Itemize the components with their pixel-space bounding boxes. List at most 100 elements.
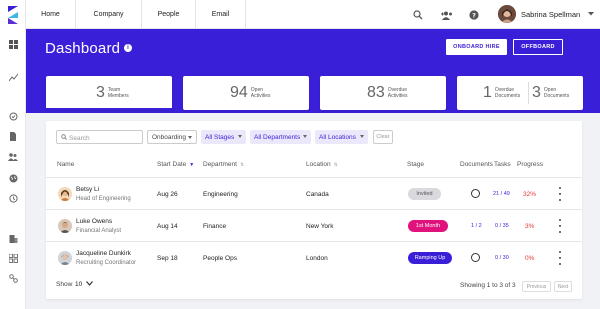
overdue-activities-label: Overdue Activities — [387, 87, 408, 99]
show-label: Show — [56, 281, 73, 288]
avatar — [58, 251, 72, 265]
start-date: Sep 18 — [157, 255, 178, 262]
header-start-date-label: Start Date — [157, 161, 187, 168]
overdue-activities-card[interactable]: 83 Overdue Activities — [320, 76, 446, 110]
header-department[interactable]: Department ⇅ — [203, 161, 244, 168]
chevron-down-icon[interactable] — [86, 281, 93, 288]
task-count[interactable]: 0 / 35 — [495, 223, 509, 229]
department: Finance — [203, 223, 227, 230]
open-activities-card[interactable]: 94 Open Activities — [183, 76, 309, 110]
start-date: Aug 26 — [157, 191, 178, 198]
tab-people[interactable]: People — [142, 0, 196, 29]
search-input[interactable]: Search — [56, 130, 143, 144]
tasks-icon[interactable] — [7, 110, 19, 122]
company-icon[interactable] — [7, 232, 19, 244]
header-name[interactable]: Name — [57, 161, 74, 168]
history-icon[interactable] — [7, 192, 19, 204]
tab-home[interactable]: Home — [26, 0, 76, 29]
chevron-down-icon — [360, 135, 364, 138]
header-location-label: Location — [306, 161, 331, 168]
location: New York — [306, 223, 334, 230]
header-tasks[interactable]: Tasks — [494, 161, 511, 168]
header-start-date[interactable]: Start Date ▼ — [157, 161, 194, 168]
document-status-icon[interactable] — [471, 253, 480, 262]
more-options-icon[interactable] — [558, 251, 562, 265]
sort-icon: ⇅ — [333, 162, 338, 168]
stage-badge: Invited — [408, 188, 441, 200]
overdue-documents-count: 1 — [483, 84, 492, 101]
offboard-button[interactable]: OFFBOARD — [513, 39, 563, 55]
employee-title: Head of Engineering — [76, 196, 131, 202]
analytics-icon[interactable] — [7, 71, 19, 83]
locations-filter-value: All Locations — [319, 133, 356, 141]
more-options-icon[interactable] — [558, 219, 562, 233]
overdue-activities-count: 83 — [367, 84, 385, 101]
tab-email[interactable]: Email — [196, 0, 246, 29]
team-table-panel: Search Onboarding All Stages All Departm… — [46, 121, 582, 299]
tab-company[interactable]: Company — [76, 0, 142, 29]
grid-icon[interactable] — [7, 252, 19, 264]
svg-text:?: ? — [472, 11, 476, 19]
help-icon[interactable]: ? — [468, 9, 480, 21]
header-stage[interactable]: Stage — [407, 161, 424, 168]
previous-page-button[interactable]: Previous — [522, 281, 551, 292]
stage-badge: 1st Month — [408, 220, 448, 232]
search-icon[interactable] — [412, 9, 424, 21]
user-avatar[interactable] — [498, 5, 516, 23]
top-nav: Home Company People Email ? Sabrina Spel… — [26, 0, 600, 29]
pagination-info: Showing 1 to 3 of 3 — [460, 282, 516, 289]
stages-filter-value: All Stages — [205, 133, 235, 141]
chevron-down-icon[interactable] — [588, 11, 594, 18]
page-title: Dashboard — [45, 40, 121, 57]
header-progress[interactable]: Progress — [517, 161, 543, 168]
stages-filter[interactable]: All Stages — [201, 130, 246, 144]
globe-icon[interactable] — [7, 172, 19, 184]
table-row[interactable]: Betsy Li Head of Engineering Aug 26 Engi… — [46, 177, 582, 209]
location: Canada — [306, 191, 329, 198]
open-documents-label: Open Documents — [543, 87, 570, 99]
task-count[interactable]: 0 / 30 — [495, 255, 509, 261]
departments-filter-value: All Departments — [254, 133, 301, 141]
onboard-hire-button[interactable]: ONBOARD HIRE — [446, 39, 507, 55]
departments-filter[interactable]: All Departments — [250, 130, 311, 144]
avatar — [58, 187, 72, 201]
employee-name[interactable]: Jacqueline Dunkirk — [76, 250, 131, 257]
add-user-icon[interactable] — [439, 9, 453, 21]
next-page-button[interactable]: Next — [554, 281, 572, 292]
user-name[interactable]: Sabrina Spellman — [521, 10, 580, 19]
department: Engineering — [203, 191, 238, 198]
app-logo[interactable] — [4, 4, 22, 26]
stage-badge: Ramping Up — [408, 252, 452, 264]
documents-icon[interactable] — [7, 130, 19, 142]
chevron-down-icon — [303, 135, 307, 138]
open-activities-count: 94 — [230, 84, 248, 101]
employee-title: Recruiting Coordinator — [76, 260, 137, 266]
table-row[interactable]: Jacqueline Dunkirk Recruiting Coordinato… — [46, 241, 582, 273]
team-members-count: 3 — [96, 84, 105, 101]
locations-filter[interactable]: All Locations — [315, 130, 368, 144]
team-members-card[interactable]: 3 Team Members — [46, 76, 172, 110]
document-status-icon[interactable] — [471, 189, 480, 198]
table-row[interactable]: Luke Owens Financial Analyst Aug 14 Fina… — [46, 209, 582, 241]
onboarding-select-value: Onboarding — [152, 133, 186, 141]
integrations-icon[interactable] — [7, 272, 19, 284]
clear-filters-button[interactable]: Clear — [373, 130, 393, 144]
header-documents[interactable]: Documents — [460, 161, 493, 168]
open-activities-label: Open Activities — [250, 87, 271, 99]
onboarding-select[interactable]: Onboarding — [147, 130, 197, 144]
employee-name[interactable]: Luke Owens — [76, 218, 112, 225]
overdue-documents-label: Overdue Documents — [494, 87, 521, 99]
documents-card[interactable]: 1 Overdue Documents 3 Open Documents — [457, 76, 583, 110]
dashboard-icon[interactable] — [7, 38, 19, 50]
people-icon[interactable] — [7, 151, 19, 163]
sort-icon: ⇅ — [239, 162, 245, 168]
document-count[interactable]: 1 / 2 — [471, 223, 482, 229]
more-options-icon[interactable] — [558, 187, 562, 201]
info-icon[interactable]: i — [124, 44, 132, 52]
progress-value: 32% — [523, 191, 537, 198]
employee-name[interactable]: Betsy Li — [76, 186, 99, 193]
page-size-select[interactable]: 10 — [75, 281, 82, 288]
task-count[interactable]: 21 / 49 — [493, 191, 510, 197]
header-location[interactable]: Location ⇅ — [306, 161, 338, 168]
search-placeholder: Search — [69, 134, 90, 142]
